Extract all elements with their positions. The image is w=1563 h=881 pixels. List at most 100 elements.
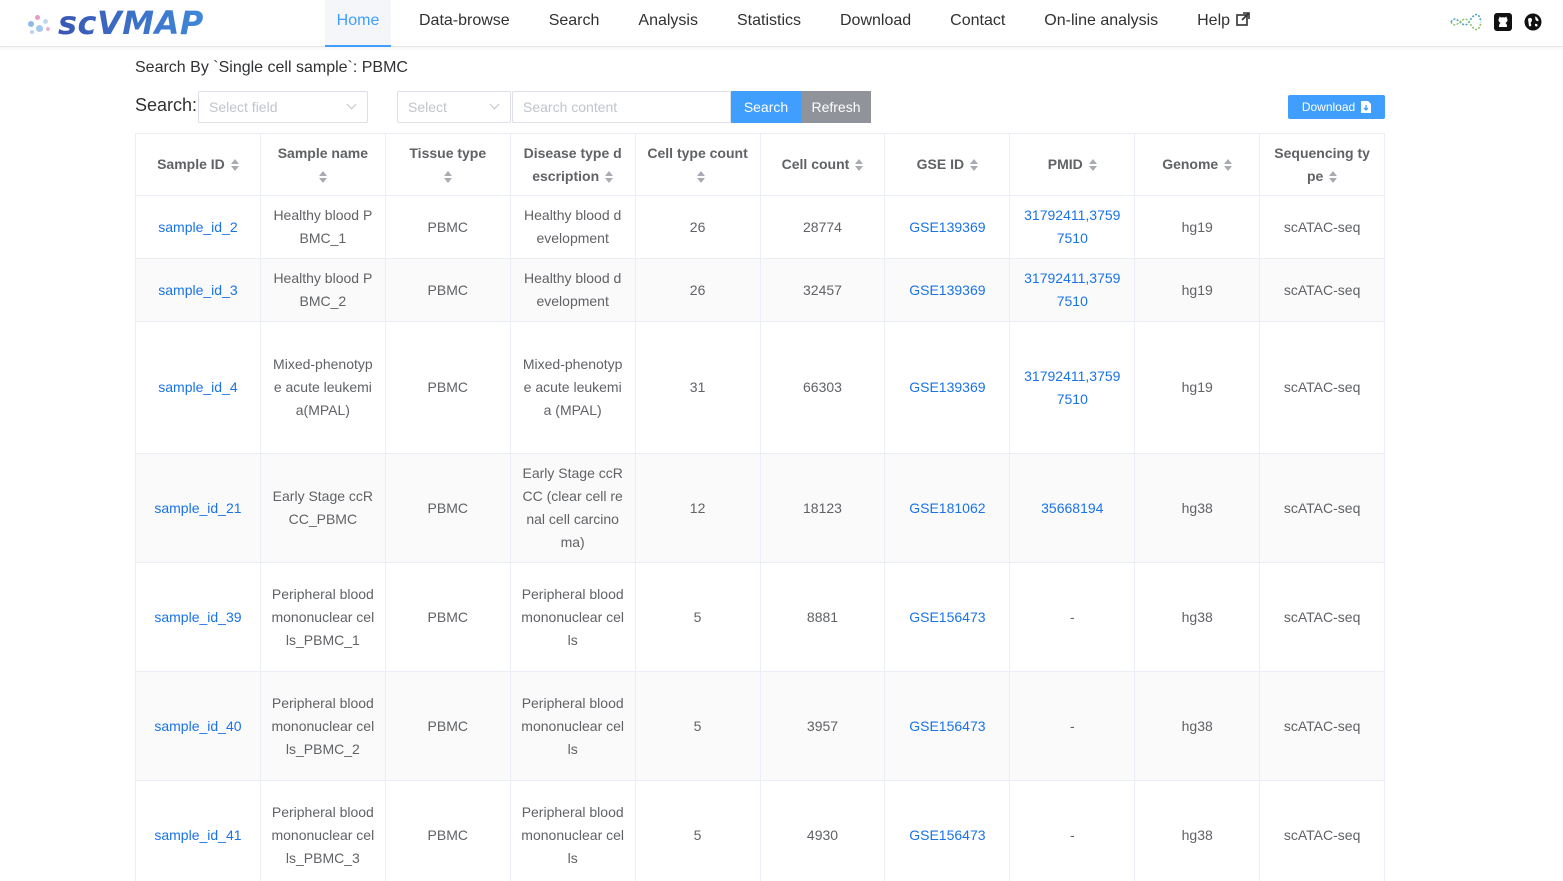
header-sequencing-type[interactable]: Sequencing type (1260, 134, 1386, 196)
sort-icon[interactable] (855, 159, 864, 172)
genome-cell: hg38 (1135, 454, 1261, 563)
search-button[interactable]: Search (731, 91, 801, 123)
gse-id-link[interactable]: GSE139369 (909, 216, 985, 239)
download-button[interactable]: Download (1288, 95, 1385, 119)
genome-cell: hg19 (1135, 196, 1261, 259)
cell-count-cell: 8881 (760, 563, 886, 672)
sample-id-link[interactable]: sample_id_39 (154, 606, 241, 629)
sample-id-link[interactable]: sample_id_21 (154, 497, 241, 520)
disease-description-cell: Healthy blood development (510, 259, 636, 322)
header-pmid[interactable]: PMID (1010, 134, 1136, 196)
dna-logo-icon[interactable] (1449, 12, 1483, 32)
nav-analysis[interactable]: Analysis (638, 0, 698, 47)
sample-name-cell: Healthy blood PBMC_1 (260, 196, 386, 259)
refresh-button[interactable]: Refresh (801, 91, 871, 123)
search-input[interactable]: Search content (512, 91, 731, 123)
pmid-link[interactable]: 31792411,37597510 (1020, 365, 1124, 411)
header-sample-id[interactable]: Sample ID (136, 134, 261, 196)
sort-icon[interactable] (230, 159, 239, 172)
sort-icon[interactable] (696, 170, 705, 183)
pmid-link[interactable]: 35668194 (1041, 497, 1103, 520)
nav-data-browse[interactable]: Data-browse (419, 0, 510, 47)
header-disease-type[interactable]: Disease type description (510, 134, 636, 196)
cell-count-cell: 32457 (760, 259, 886, 322)
header-cell-type-count[interactable]: Cell type count (635, 134, 761, 196)
logo-text: scVMAP (58, 4, 204, 42)
cell-count-cell: 4930 (761, 781, 886, 881)
tissue-type-cell: PBMC (385, 259, 511, 322)
gse-id-cell: GSE139369 (885, 322, 1011, 454)
sort-icon[interactable] (443, 170, 452, 183)
gse-id-cell: GSE139369 (885, 259, 1011, 322)
cell-count-cell: 18123 (760, 454, 886, 563)
pmid-link[interactable]: 31792411,37597510 (1020, 267, 1124, 313)
site-logo[interactable]: scVMAP (24, 4, 204, 42)
pmid-link[interactable]: 31792411,37597510 (1020, 204, 1124, 250)
top-navbar: scVMAP Home Data-browse Search Analysis … (0, 0, 1563, 47)
tissue-type-cell: PBMC (385, 672, 511, 781)
genome-cell: hg38 (1135, 672, 1261, 781)
sequencing-type-cell: scATAC-seq (1260, 672, 1386, 781)
pmid-cell: 31792411,37597510 (1010, 196, 1136, 259)
nav-online-analysis[interactable]: On-line analysis (1044, 0, 1158, 47)
header-sample-name[interactable]: Sample name (260, 134, 386, 196)
tissue-type-cell: PBMC (385, 454, 511, 563)
operator-select[interactable]: Select (397, 91, 511, 123)
genome-cell: hg19 (1135, 259, 1261, 322)
sort-icon[interactable] (1088, 159, 1097, 172)
sample-id-cell: sample_id_41 (136, 781, 261, 881)
nav-search[interactable]: Search (549, 0, 600, 47)
gse-id-cell: GSE156473 (885, 672, 1011, 781)
table-row: sample_id_39 Peripheral blood mononuclea… (136, 563, 1386, 672)
operator-select-placeholder: Select (408, 99, 447, 115)
table-row: sample_id_3 Healthy blood PBMC_2 PBMC He… (136, 259, 1386, 322)
nav-statistics-label: Statistics (736, 12, 801, 29)
header-gse-id[interactable]: GSE ID (885, 134, 1011, 196)
field-select[interactable]: Select field (198, 91, 368, 123)
disease-description-cell: Healthy blood development (510, 196, 636, 259)
cell-type-count-cell: 26 (635, 259, 761, 322)
sample-id-link[interactable]: sample_id_3 (158, 279, 237, 302)
table-row: sample_id_4 Mixed-phenotype acute leukem… (136, 322, 1386, 454)
chevron-down-icon (489, 99, 500, 110)
sample-id-link[interactable]: sample_id_2 (158, 216, 237, 239)
sort-icon[interactable] (1224, 159, 1233, 172)
gse-id-link[interactable]: GSE156473 (909, 715, 985, 738)
gse-id-cell: GSE139369 (885, 196, 1011, 259)
gse-id-link[interactable]: GSE181062 (909, 497, 985, 520)
nav-contact[interactable]: Contact (950, 0, 1005, 47)
sequencing-type-cell: scATAC-seq (1260, 196, 1386, 259)
header-tissue-type[interactable]: Tissue type (385, 134, 511, 196)
nav-search-label: Search (548, 12, 600, 29)
sort-icon[interactable] (1329, 170, 1338, 183)
sample-id-link[interactable]: sample_id_4 (158, 376, 237, 399)
disease-description-cell: Peripheral blood mononuclear cells (510, 672, 636, 781)
gse-id-link[interactable]: GSE156473 (909, 824, 985, 847)
nav-statistics[interactable]: Statistics (737, 0, 801, 47)
sort-icon[interactable] (318, 170, 327, 183)
file-download-icon (1361, 101, 1372, 113)
table-row: sample_id_21 Early Stage ccRCC_PBMC PBMC… (136, 454, 1386, 563)
nav-help[interactable]: Help (1197, 0, 1251, 47)
tissue-type-cell: PBMC (385, 563, 511, 672)
sample-id-link[interactable]: sample_id_41 (154, 824, 241, 847)
globe-icon[interactable] (1523, 12, 1543, 32)
github-icon[interactable] (1493, 12, 1513, 32)
gse-id-link[interactable]: GSE139369 (909, 279, 985, 302)
header-genome[interactable]: Genome (1135, 134, 1261, 196)
logo-dots-icon (24, 7, 56, 39)
cell-type-count-cell: 26 (635, 196, 761, 259)
nav-home[interactable]: Home (325, 0, 391, 47)
sort-icon[interactable] (970, 159, 979, 172)
sample-id-link[interactable]: sample_id_40 (154, 715, 241, 738)
search-input-placeholder: Search content (523, 99, 618, 115)
gse-id-link[interactable]: GSE156473 (909, 606, 985, 629)
pmid-cell: 31792411,37597510 (1010, 322, 1136, 454)
sort-icon[interactable] (605, 170, 614, 183)
nav-download[interactable]: Download (840, 0, 911, 47)
sample-id-cell: sample_id_2 (136, 196, 261, 259)
pmid-cell: 31792411,37597510 (1010, 259, 1136, 322)
header-cell-count[interactable]: Cell count (760, 134, 886, 196)
gse-id-link[interactable]: GSE139369 (909, 376, 985, 399)
genome-cell: hg38 (1135, 781, 1261, 881)
